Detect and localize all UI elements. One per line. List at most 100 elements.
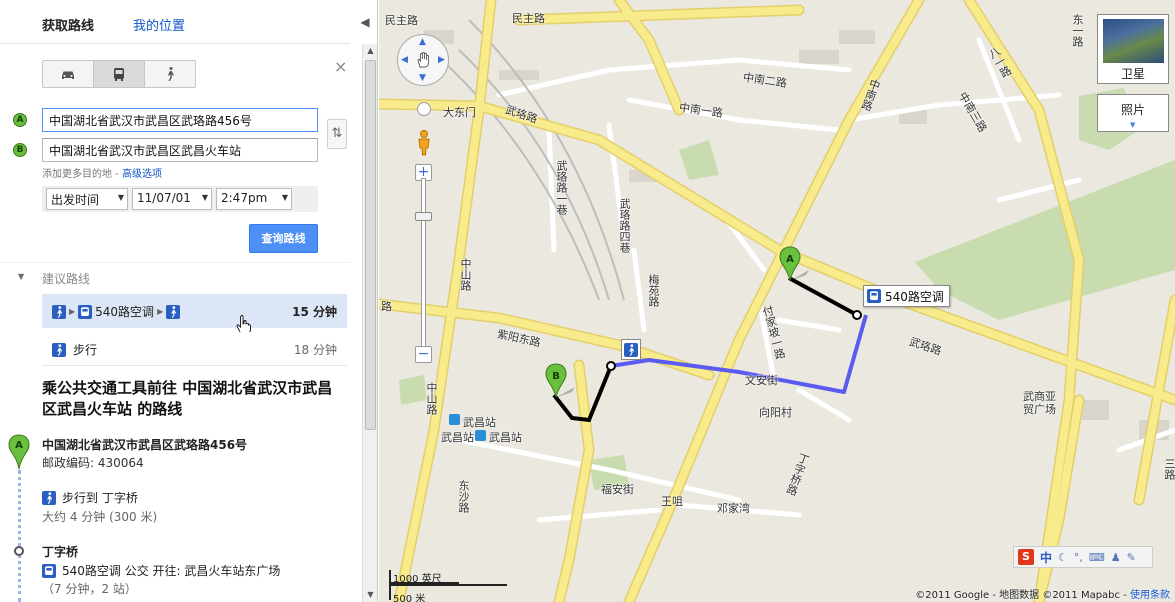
mode-transit-button[interactable] <box>94 61 145 87</box>
chevron-right-icon: ▶ <box>157 307 164 316</box>
punctuation-icon[interactable]: °, <box>1074 551 1083 564</box>
walk-icon <box>166 304 181 319</box>
map-label-station: 武昌站 <box>463 416 496 429</box>
dropdown-arrow-icon: ▼ <box>281 193 288 202</box>
stop-name: 丁字桥 <box>42 545 79 559</box>
directions-panel: 获取路线 我的位置 ◀ ▲ ▼ × A B ⇅ 添加更多目的地 - 高级选项 出… <box>0 0 378 602</box>
pan-up-icon[interactable]: ▲ <box>419 37 426 47</box>
route-bus-line: 540路空调 <box>95 305 155 319</box>
date-value: 11/07/01 <box>137 191 191 205</box>
route-walk-label: 步行 <box>73 343 98 357</box>
dropdown-arrow-icon: ▼ <box>201 193 208 202</box>
reset-view-icon[interactable] <box>417 102 431 116</box>
time-select[interactable]: 2:47pm ▼ <box>216 188 292 210</box>
hand-pan-icon <box>417 52 429 68</box>
link-separator: - <box>112 169 122 180</box>
route-option-transit[interactable]: ▶ 540路空调 ▶ 15 分钟 <box>42 294 347 328</box>
panel-scrollbar[interactable]: ▲ ▼ <box>362 44 377 602</box>
destination-input[interactable] <box>42 138 318 162</box>
wrench-icon[interactable]: ✎ <box>1127 551 1136 564</box>
satellite-button[interactable]: 卫星 <box>1097 14 1169 84</box>
date-select[interactable]: 11/07/01 ▼ <box>132 188 212 210</box>
scroll-thumb[interactable] <box>365 60 376 430</box>
map-label-place: 向阳村 <box>759 406 792 419</box>
origin-pin-letter: A <box>15 440 23 451</box>
bus-tag-label: 540路空调 <box>885 289 944 304</box>
route-steps-icons: ▶ 540路空调 ▶ <box>52 303 181 320</box>
sogou-s-icon[interactable]: S <box>1018 549 1034 565</box>
route-steps-icons: 步行 <box>52 341 97 358</box>
tab-my-location[interactable]: 我的位置 <box>133 15 185 34</box>
suggested-routes-header[interactable]: ▼ 建议路线 <box>0 262 350 290</box>
map-canvas[interactable]: A B 民主路 民主路 中南路 中南二路 中南一路 中南三路 大东门 武珞路 武… <box>379 0 1175 602</box>
pan-control[interactable]: ▲ ▼ ◀ ▶ <box>397 34 449 86</box>
travel-mode-selector <box>42 60 196 88</box>
destination-marker-icon: B <box>13 143 27 157</box>
bus-icon <box>42 563 56 578</box>
get-directions-button[interactable]: 查询路线 <box>249 224 318 253</box>
photos-button[interactable]: 照片 ▼ <box>1097 94 1169 132</box>
map-label-place: 邓家湾 <box>717 502 750 515</box>
photos-label: 照片 <box>1120 103 1145 117</box>
map-marker-b: B <box>545 363 575 398</box>
pan-right-icon[interactable]: ▶ <box>438 55 445 65</box>
railway <box>418 19 625 301</box>
add-destination-link[interactable]: 添加更多目的地 <box>42 169 112 180</box>
depart-time-select[interactable]: 出发时间 ▼ <box>46 188 128 210</box>
add-destination-row: 添加更多目的地 - 高级选项 <box>42 165 162 180</box>
terms-link[interactable]: 使用条款 <box>1130 590 1170 601</box>
walk-tag[interactable] <box>621 339 641 360</box>
close-icon[interactable]: × <box>334 57 347 76</box>
panel-tabs: 获取路线 我的位置 <box>0 0 350 44</box>
copyright-text: ©2011 Google - 地图数据 ©2011 Mapabc - <box>915 590 1130 601</box>
stop-circle-icon <box>14 546 24 556</box>
map-label-street: 武珞路一巷 <box>555 160 568 215</box>
zoom-out-button[interactable]: − <box>415 346 432 363</box>
map-label-street: 福安街 <box>601 483 634 496</box>
scroll-up-icon[interactable]: ▲ <box>365 46 376 56</box>
step-walk[interactable]: 步行到 丁字桥 <box>42 489 138 506</box>
moon-icon[interactable]: ☾ <box>1058 551 1068 564</box>
step-bus[interactable]: 540路空调 公交 开往: 武昌火车站东广场 <box>42 562 280 579</box>
street-view-pegman-icon[interactable] <box>415 130 433 156</box>
bus-stop-tag[interactable]: 540路空调 <box>863 285 950 307</box>
map-base-layer: A B <box>379 0 1175 602</box>
chinese-mode-toggle[interactable]: 中 <box>1040 549 1052 566</box>
map-marker-a-letter: A <box>786 254 794 265</box>
satellite-thumbnail <box>1103 19 1164 63</box>
pan-down-icon[interactable]: ▼ <box>419 73 426 83</box>
tab-get-directions[interactable]: 获取路线 <box>42 15 94 34</box>
collapse-panel-icon[interactable]: ◀ <box>352 0 377 44</box>
ime-toolbar[interactable]: S 中 ☾ °, ⌨ ♟ ✎ <box>1013 546 1153 568</box>
zoom-slider-track[interactable] <box>421 178 426 348</box>
swap-endpoints-icon[interactable]: ⇅ <box>327 119 347 149</box>
map-label-street: 民主路 <box>512 12 545 25</box>
bus-icon <box>78 304 93 319</box>
map-label-place: 王咀 <box>661 495 683 508</box>
origin-input[interactable] <box>42 108 318 132</box>
route-option-walk[interactable]: 步行 18 分钟 <box>42 332 347 366</box>
step-bus-text: 540路空调 公交 开往: 武昌火车站东广场 <box>62 564 281 578</box>
zoom-slider-handle[interactable] <box>415 212 432 221</box>
time-options-row: 出发时间 ▼ 11/07/01 ▼ 2:47pm ▼ <box>42 186 318 212</box>
divider <box>42 365 347 366</box>
map-label-street: 路 <box>381 300 392 313</box>
step-bus-detail: （7 分钟，2 站） <box>42 582 137 596</box>
chevron-right-icon: ▶ <box>69 307 76 316</box>
map-label-street: 中山路 <box>459 258 472 291</box>
step-walk-text: 步行到 丁字桥 <box>62 491 138 505</box>
pan-left-icon[interactable]: ◀ <box>401 55 408 65</box>
mode-car-button[interactable] <box>43 61 94 87</box>
mode-walk-button[interactable] <box>145 61 195 87</box>
satellite-label: 卫星 <box>1120 67 1145 81</box>
walk-icon <box>624 342 638 357</box>
steps-connector <box>18 470 21 602</box>
keyboard-icon[interactable]: ⌨ <box>1089 551 1105 564</box>
scroll-down-icon[interactable]: ▼ <box>365 590 376 600</box>
directions-heading: 乘公共交通工具前往 中国湖北省武汉市武昌区武昌火车站 的路线 <box>42 379 333 418</box>
walk-icon <box>52 342 66 357</box>
user-icon[interactable]: ♟ <box>1111 551 1121 564</box>
walk-icon <box>168 67 174 81</box>
step-walk-detail: 大约 4 分钟 (300 米) <box>42 510 158 524</box>
advanced-options-link[interactable]: 高级选项 <box>122 169 162 180</box>
